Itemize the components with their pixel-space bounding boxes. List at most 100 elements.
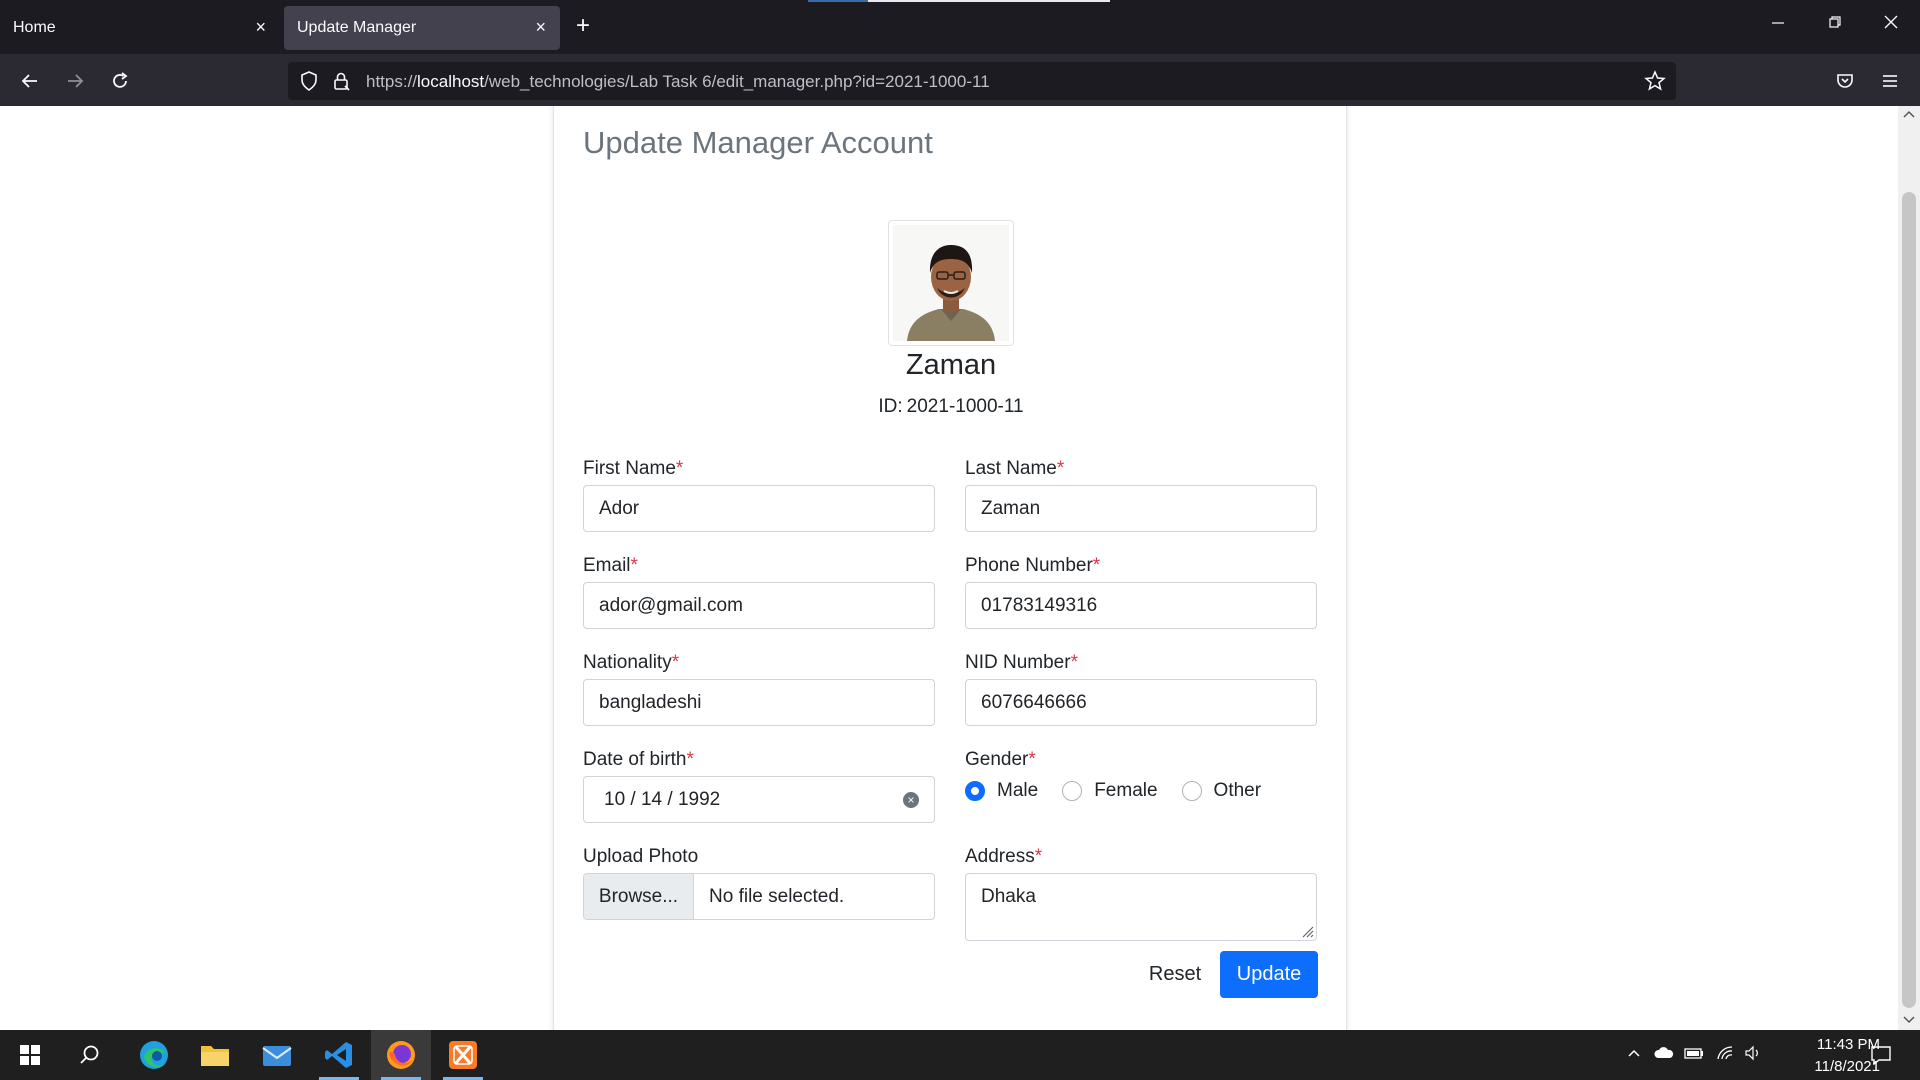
photo-group: Upload Photo Browse... No file selected. bbox=[583, 846, 935, 920]
email-input[interactable]: ador@gmail.com bbox=[583, 582, 935, 629]
id-value: 2021-1000-11 bbox=[906, 396, 1024, 417]
url-host: localhost bbox=[417, 72, 485, 91]
gender-group: Gender* Male Female Other bbox=[965, 749, 1317, 805]
required-mark: * bbox=[671, 652, 680, 673]
other-radio[interactable] bbox=[1181, 781, 1202, 801]
close-window-icon[interactable] bbox=[1883, 14, 1899, 35]
page-scrollbar[interactable] bbox=[1898, 106, 1920, 1030]
last-name-group: Last Name* Zaman bbox=[965, 458, 1317, 532]
required-mark: * bbox=[686, 749, 694, 770]
form-card: Update Manager Account Zaman ID: 2021-10… bbox=[553, 106, 1347, 1030]
tab-update-manager[interactable]: Update Manager × bbox=[284, 6, 560, 50]
edge-icon[interactable] bbox=[124, 1030, 184, 1080]
scroll-thumb[interactable] bbox=[1902, 192, 1916, 1008]
other-label[interactable]: Other bbox=[1214, 780, 1262, 802]
reset-button[interactable]: Reset bbox=[1145, 951, 1205, 998]
gender-option-male[interactable]: Male bbox=[965, 780, 1038, 802]
url-path: /web_technologies/Lab Task 6/edit_manage… bbox=[484, 72, 990, 91]
nationality-label: Nationality* bbox=[583, 652, 680, 673]
tab-label: Home bbox=[13, 19, 56, 36]
close-tab-icon[interactable]: × bbox=[255, 18, 266, 36]
address-textarea[interactable]: Dhaka bbox=[965, 873, 1317, 941]
system-clock[interactable]: 11:43 PM 11/8/2021 bbox=[1760, 1034, 1880, 1078]
address-group: Address* Dhaka bbox=[965, 846, 1317, 941]
menu-icon[interactable] bbox=[1875, 66, 1905, 96]
forward-icon[interactable] bbox=[60, 66, 90, 96]
shield-icon[interactable] bbox=[298, 70, 320, 97]
clock-time: 11:43 PM bbox=[1816, 1036, 1880, 1053]
scroll-up-icon[interactable] bbox=[1903, 108, 1915, 122]
dob-label: Date of birth* bbox=[583, 749, 694, 770]
onedrive-icon[interactable] bbox=[1654, 1045, 1674, 1066]
taskbar: 11:43 PM 11/8/2021 bbox=[0, 1030, 1920, 1080]
dob-group: Date of birth* 10 / 14 / 1992 × bbox=[583, 749, 935, 823]
profile-name: Zaman bbox=[905, 349, 997, 381]
profile-id: ID: 2021-1000-11 bbox=[554, 396, 1348, 418]
restore-icon[interactable] bbox=[1827, 14, 1843, 35]
navigation-toolbar: https://localhost/web_technologies/Lab T… bbox=[0, 54, 1920, 106]
battery-icon[interactable] bbox=[1684, 1045, 1704, 1066]
required-mark: * bbox=[675, 458, 684, 479]
nid-group: NID Number* 6076646666 bbox=[965, 652, 1317, 726]
gender-label: Gender* bbox=[965, 749, 1036, 770]
windows-start-icon[interactable] bbox=[0, 1030, 60, 1080]
address-value: Dhaka bbox=[981, 886, 1036, 907]
female-label[interactable]: Female bbox=[1094, 780, 1157, 802]
tab-strip: Home × Update Manager × + bbox=[0, 0, 1920, 54]
nationality-input[interactable]: bangladeshi bbox=[583, 679, 935, 726]
browse-button[interactable]: Browse... bbox=[584, 874, 694, 919]
lock-icon[interactable] bbox=[330, 70, 352, 97]
page-title: Update Manager Account bbox=[583, 125, 933, 160]
phone-input[interactable]: 01783149316 bbox=[965, 582, 1317, 629]
avatar bbox=[888, 220, 1014, 346]
new-tab-button[interactable]: + bbox=[576, 14, 590, 38]
notification-icon[interactable] bbox=[1870, 1045, 1892, 1070]
dob-input[interactable]: 10 / 14 / 1992 × bbox=[583, 776, 935, 823]
gender-option-female[interactable]: Female bbox=[1062, 780, 1158, 802]
first-name-group: First Name* Ador bbox=[583, 458, 935, 532]
tab-home[interactable]: Home × bbox=[0, 6, 280, 50]
required-mark: * bbox=[1056, 458, 1065, 479]
pocket-icon[interactable] bbox=[1830, 66, 1860, 96]
male-label[interactable]: Male bbox=[997, 780, 1038, 802]
file-explorer-icon[interactable] bbox=[185, 1030, 245, 1080]
nid-input[interactable]: 6076646666 bbox=[965, 679, 1317, 726]
dob-value[interactable]: 10 / 14 / 1992 bbox=[599, 789, 720, 811]
id-label: ID: bbox=[878, 396, 903, 417]
clear-date-icon[interactable]: × bbox=[903, 791, 919, 808]
clock-date: 11/8/2021 bbox=[1814, 1058, 1880, 1075]
phone-group: Phone Number* 01783149316 bbox=[965, 555, 1317, 629]
file-status: No file selected. bbox=[709, 885, 845, 907]
back-icon[interactable] bbox=[15, 66, 45, 96]
email-group: Email* ador@gmail.com bbox=[583, 555, 935, 629]
url-text[interactable]: https://localhost/web_technologies/Lab T… bbox=[366, 72, 990, 92]
firefox-icon[interactable] bbox=[371, 1030, 431, 1080]
reload-icon[interactable] bbox=[105, 66, 135, 96]
required-mark: * bbox=[1034, 846, 1043, 867]
star-icon[interactable] bbox=[1644, 70, 1666, 97]
last-name-label: Last Name* bbox=[965, 458, 1065, 479]
resize-handle-icon[interactable] bbox=[1300, 924, 1314, 938]
required-mark: * bbox=[1092, 555, 1101, 576]
gender-option-other[interactable]: Other bbox=[1181, 780, 1262, 802]
photo-label: Upload Photo bbox=[583, 846, 699, 867]
xampp-icon[interactable] bbox=[433, 1030, 493, 1080]
wifi-icon[interactable] bbox=[1716, 1045, 1734, 1066]
url-bar[interactable]: https://localhost/web_technologies/Lab T… bbox=[288, 62, 1676, 100]
vscode-icon[interactable] bbox=[309, 1030, 369, 1080]
minimize-icon[interactable] bbox=[1770, 14, 1786, 35]
scroll-down-icon[interactable] bbox=[1903, 1014, 1915, 1028]
chevron-up-icon[interactable] bbox=[1626, 1045, 1642, 1066]
photo-file-input[interactable]: Browse... No file selected. bbox=[583, 873, 935, 920]
last-name-input[interactable]: Zaman bbox=[965, 485, 1317, 532]
female-radio[interactable] bbox=[1062, 781, 1083, 801]
first-name-input[interactable]: Ador bbox=[583, 485, 935, 532]
update-button[interactable]: Update bbox=[1220, 951, 1318, 998]
male-radio[interactable] bbox=[965, 781, 985, 801]
close-tab-icon[interactable]: × bbox=[535, 18, 546, 36]
nid-label: NID Number* bbox=[965, 652, 1078, 673]
url-scheme: https:// bbox=[366, 72, 418, 91]
search-icon[interactable] bbox=[60, 1030, 120, 1080]
mail-icon[interactable] bbox=[247, 1030, 307, 1080]
required-mark: * bbox=[1028, 749, 1036, 770]
